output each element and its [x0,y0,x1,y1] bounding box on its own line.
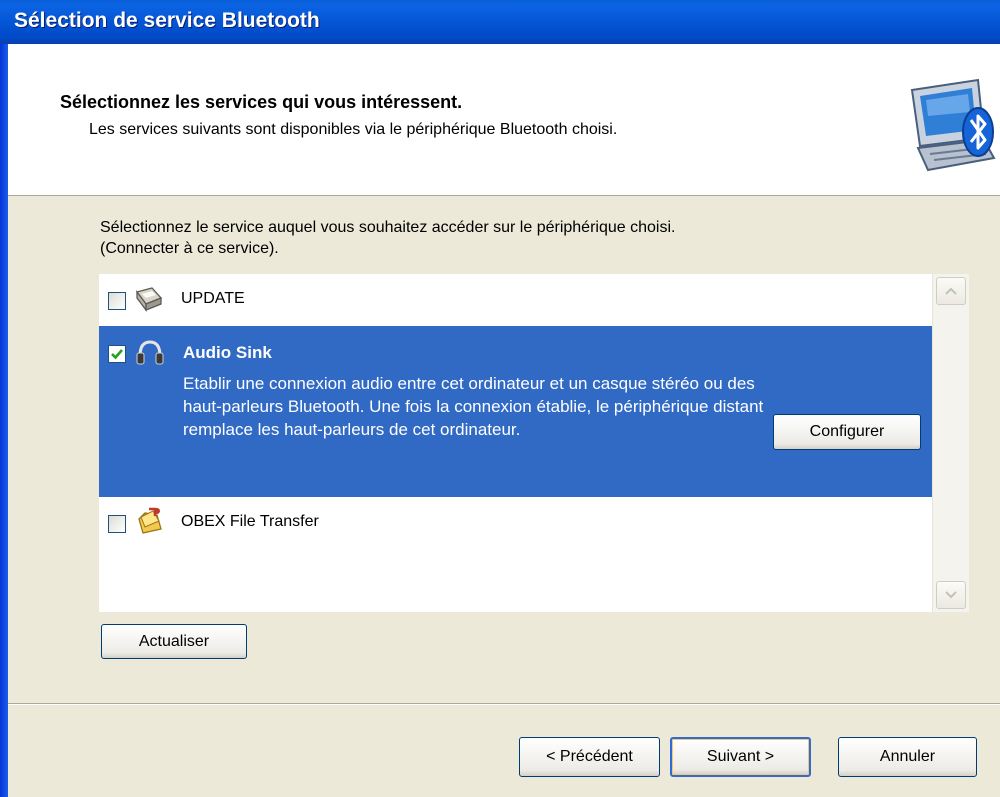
chevron-down-icon [945,591,957,599]
headphones-icon [136,340,164,365]
service-item-audio-sink[interactable]: Audio Sink Etablir une connexion audio e… [99,326,932,497]
audio-sink-description: Etablir une connexion audio entre cet or… [183,374,764,439]
scroll-down-button[interactable] [936,581,966,609]
obex-checkbox[interactable] [108,515,126,533]
wizard-header: Sélectionnez les services qui vous intér… [8,44,1000,196]
bluetooth-computer-icon [910,78,996,172]
scroll-up-button[interactable] [936,277,966,305]
instruction-line-1: Sélectionnez le service auquel vous souh… [100,219,676,236]
update-service-icon [135,287,163,312]
footer-separator [8,703,1000,705]
service-item-obex-file-transfer[interactable]: OBEX File Transfer [99,497,932,549]
title-bar[interactable]: Sélection de service Bluetooth [0,0,1000,44]
audio-sink-checkbox[interactable] [108,345,126,363]
next-button[interactable]: Suivant > [670,737,811,777]
refresh-button[interactable]: Actualiser [101,624,247,659]
service-name-audio-sink: Audio Sink [183,343,272,362]
configure-button[interactable]: Configurer [773,414,921,450]
checkmark-icon [111,349,123,360]
window-frame-left [0,44,8,797]
service-list-scrollbar[interactable] [932,274,969,612]
chevron-up-icon [945,287,957,295]
header-subtitle: Les services suivants sont disponibles v… [89,121,618,138]
obex-file-transfer-icon [138,507,162,534]
service-item-update[interactable]: UPDATE [99,274,932,326]
instruction-text: Sélectionnez le service auquel vous souh… [100,217,890,259]
service-list[interactable]: UPDATE Audio Sink Etablir une connexion … [99,274,932,612]
update-checkbox[interactable] [108,292,126,310]
instruction-line-2: (Connecter à ce service). [100,240,279,257]
bluetooth-service-dialog: Sélection de service Bluetooth Sélection… [0,0,1000,797]
window-title: Sélection de service Bluetooth [14,9,320,32]
service-name-update: UPDATE [181,290,245,307]
service-name-obex: OBEX File Transfer [181,513,319,530]
cancel-button[interactable]: Annuler [838,737,977,777]
header-title: Sélectionnez les services qui vous intér… [60,92,463,112]
back-button[interactable]: < Précédent [519,737,660,777]
